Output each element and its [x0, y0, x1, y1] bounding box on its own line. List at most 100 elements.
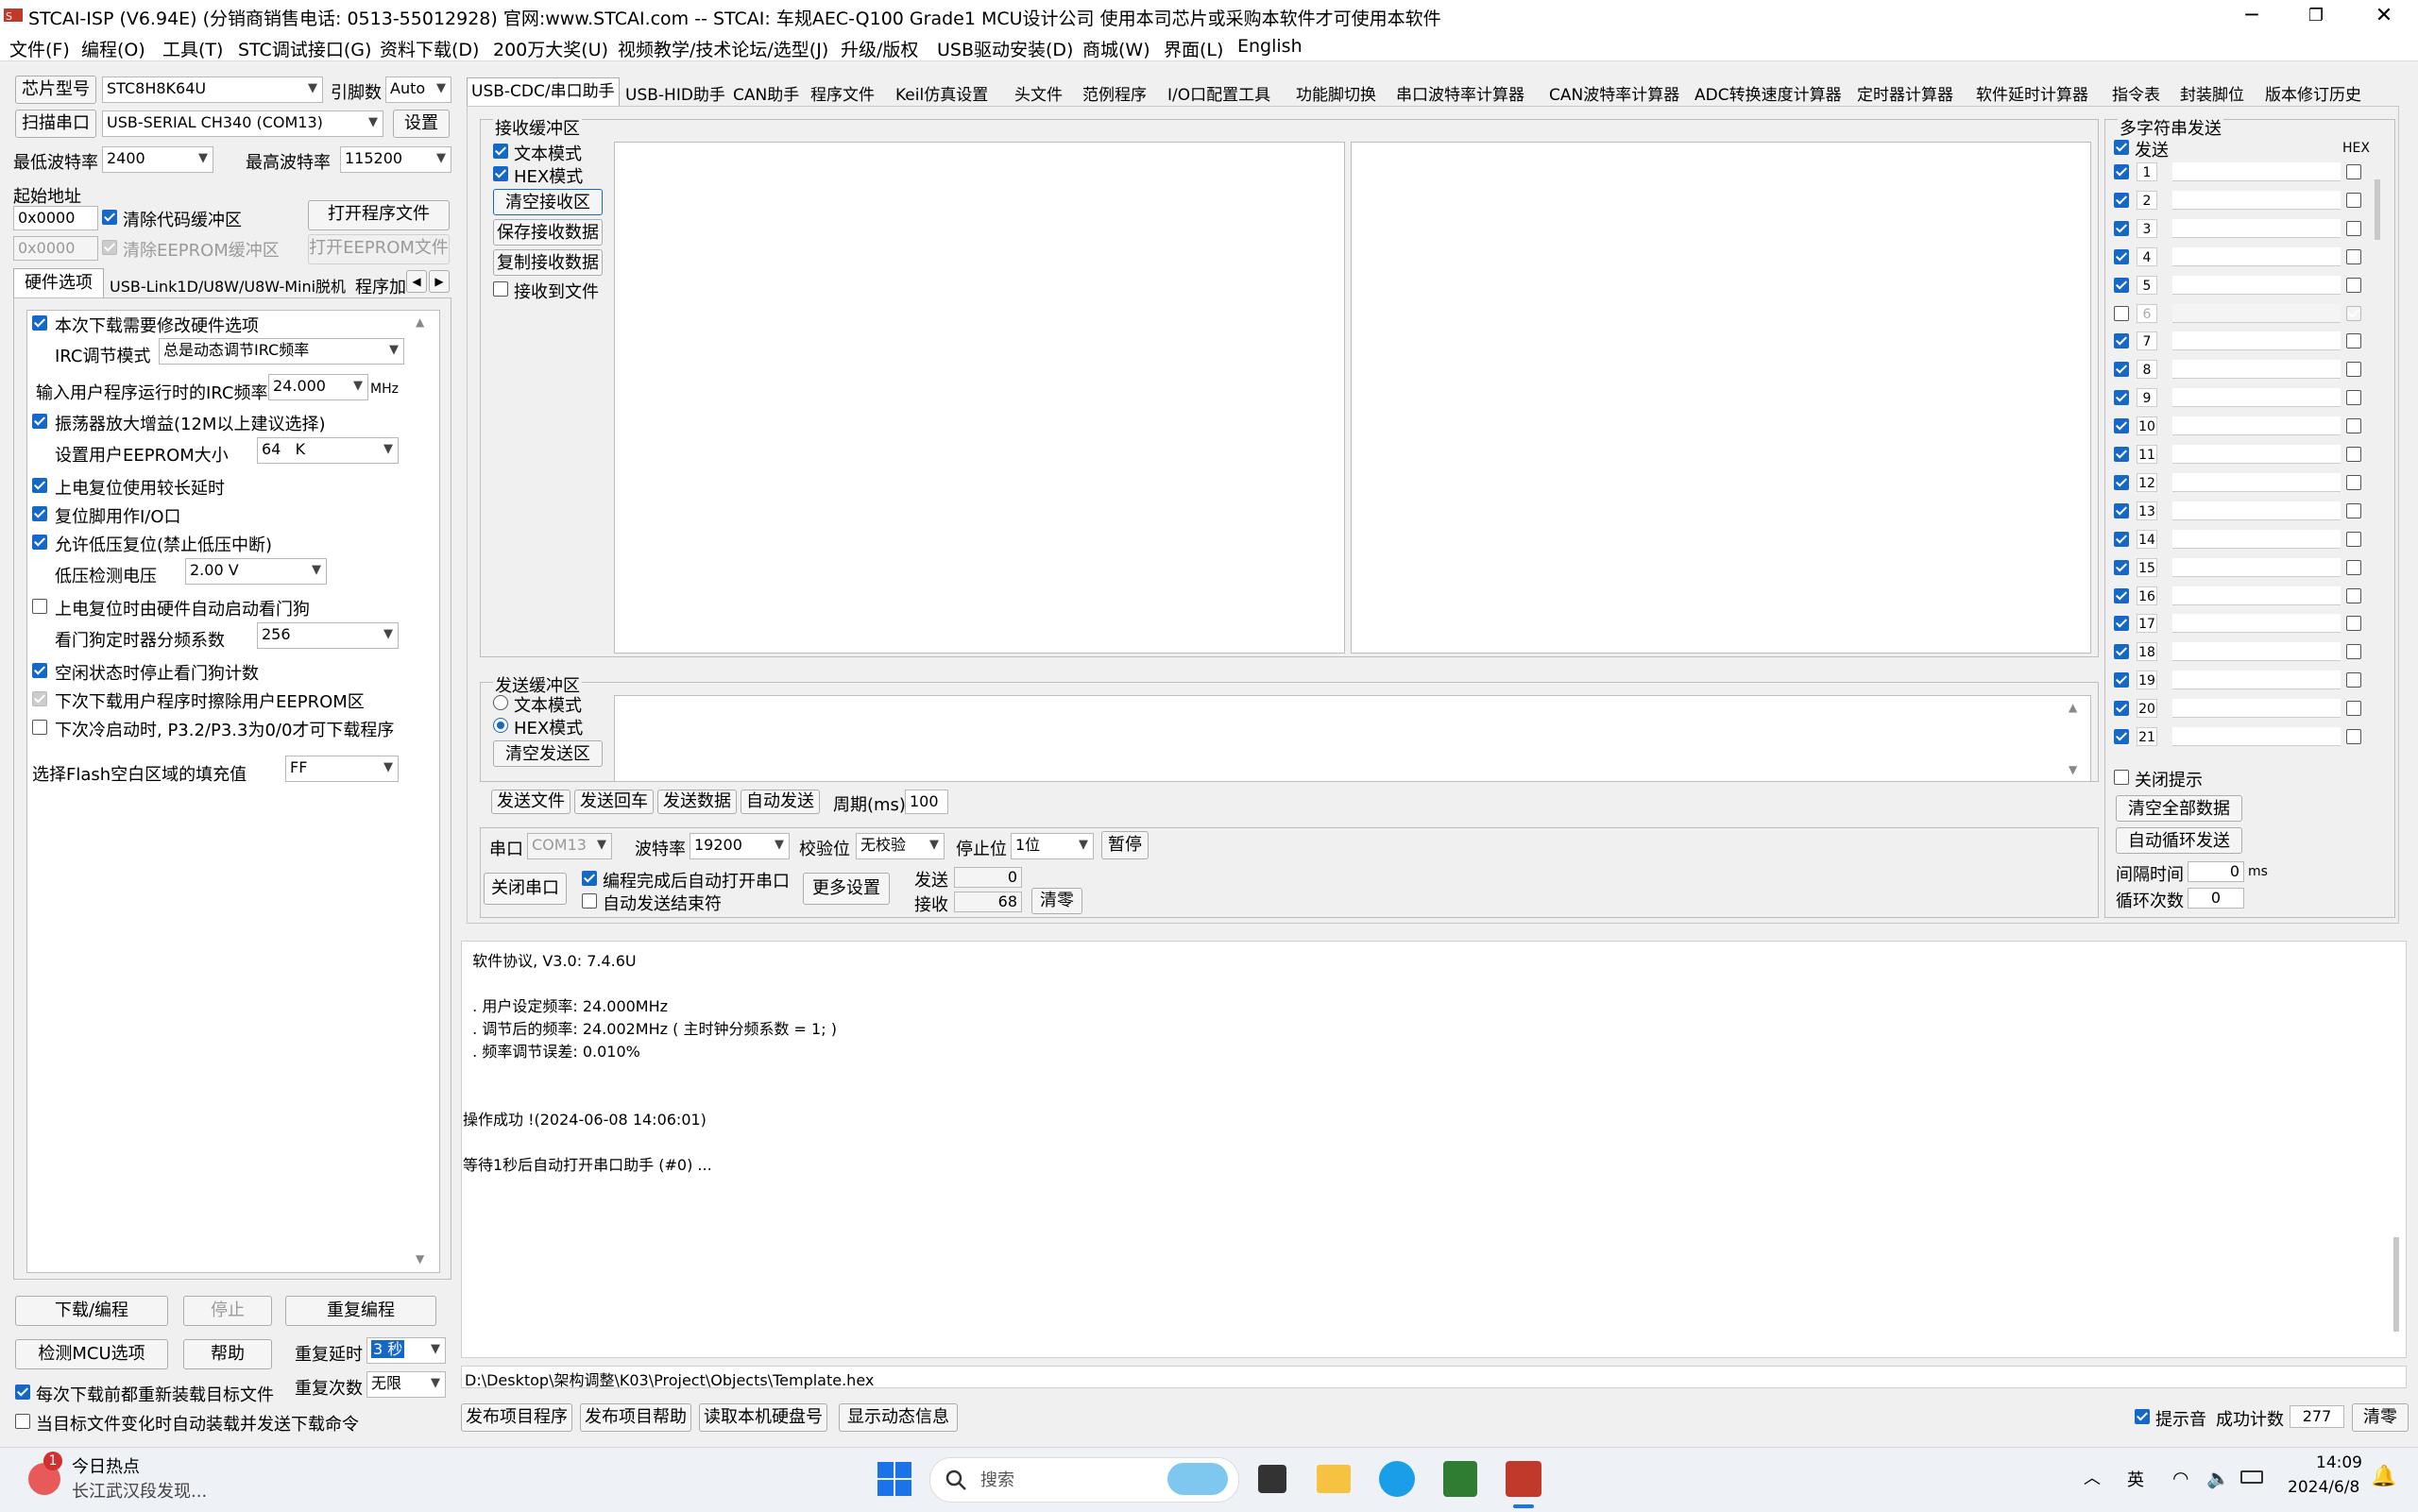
multi-row-send-checkbox[interactable]	[2114, 447, 2129, 462]
tab-delay-calc[interactable]: 软件延时计算器	[1976, 81, 2088, 105]
baud-select[interactable]: 19200 ▼	[690, 833, 790, 859]
menu-download[interactable]: 资料下载(D)	[380, 36, 479, 61]
multi-row-send-checkbox[interactable]	[2114, 164, 2129, 179]
scan-port-button[interactable]: 扫描串口	[15, 110, 96, 138]
menu-upgrade[interactable]: 升级/版权	[841, 36, 918, 61]
multi-row-send-checkbox[interactable]	[2114, 418, 2129, 434]
tab-uart-baud[interactable]: 串口波特率计算器	[1396, 81, 1524, 105]
chevron-up-icon[interactable]: ︿	[2084, 1465, 2101, 1489]
wifi-icon[interactable]: ◠	[2172, 1467, 2188, 1489]
send-cr-button[interactable]: 发送回车	[574, 790, 654, 814]
cold-boot-checkbox[interactable]	[32, 720, 47, 735]
clear-send-button[interactable]: 清空发送区	[493, 740, 603, 767]
multi-row-input[interactable]	[2172, 445, 2341, 464]
file-explorer-icon[interactable]	[1317, 1465, 1351, 1493]
clear-all-button[interactable]: 清空全部数据	[2116, 795, 2242, 822]
irc-mode-select[interactable]: 总是动态调节IRC频率 ▼	[159, 338, 404, 365]
address-eeprom-input[interactable]: 0x0000	[13, 236, 98, 261]
detect-mcu-button[interactable]: 检测MCU选项	[15, 1339, 168, 1369]
open-program-button[interactable]: 打开程序文件	[308, 200, 450, 230]
multi-row-send-checkbox[interactable]	[2114, 390, 2129, 406]
multi-row-send-checkbox[interactable]	[2114, 729, 2129, 744]
multi-row-input[interactable]	[2172, 472, 2341, 492]
multi-row-hex-checkbox[interactable]	[2346, 474, 2361, 490]
close-tip-checkbox[interactable]	[2114, 770, 2129, 785]
menu-prize[interactable]: 200万大奖(U)	[493, 36, 608, 61]
tab-examples[interactable]: 范例程序	[1082, 81, 1147, 105]
multi-row-hex-checkbox[interactable]	[2346, 587, 2361, 603]
tab-io-config[interactable]: I/O口配置工具	[1167, 81, 1270, 105]
multi-row-input[interactable]	[2172, 303, 2341, 323]
multi-row-hex-checkbox[interactable]	[2346, 164, 2361, 179]
multi-row-hex-checkbox[interactable]	[2346, 644, 2361, 660]
auto-wdt-checkbox[interactable]	[32, 599, 47, 614]
multi-row-send-checkbox[interactable]	[2114, 559, 2129, 575]
publish-program-button[interactable]: 发布项目程序	[461, 1403, 572, 1432]
multi-row-hex-checkbox[interactable]	[2346, 531, 2361, 547]
download-program-button[interactable]: 下载/编程	[15, 1296, 168, 1326]
multi-send-all-checkbox[interactable]	[2114, 140, 2129, 155]
multi-row-hex-checkbox[interactable]	[2346, 616, 2361, 632]
multi-row-input[interactable]	[2172, 614, 2341, 634]
tab-usb-cdc[interactable]: USB-CDC/串口助手	[467, 77, 620, 107]
tab-scroll-right-icon[interactable]: ▶	[429, 270, 450, 293]
clock-time[interactable]: 14:09	[2316, 1453, 2362, 1472]
multi-row-send-checkbox[interactable]	[2114, 474, 2129, 490]
windows-start-icon[interactable]	[877, 1461, 912, 1497]
multi-row-input[interactable]	[2172, 727, 2341, 746]
multi-row-send-checkbox[interactable]	[2114, 616, 2129, 632]
multi-row-hex-checkbox[interactable]	[2346, 447, 2361, 462]
multi-row-send-checkbox[interactable]	[2114, 587, 2129, 603]
save-receive-button[interactable]: 保存接收数据	[493, 219, 603, 246]
send-data-button[interactable]: 发送数据	[657, 790, 737, 814]
tab-scroll-left-icon[interactable]: ◀	[406, 270, 427, 293]
multi-row-hex-checkbox[interactable]	[2346, 390, 2361, 406]
multi-row-hex-checkbox[interactable]	[2346, 701, 2361, 717]
tab-pin-switch[interactable]: 功能脚切换	[1296, 81, 1376, 105]
recv-text-mode-checkbox[interactable]	[493, 144, 508, 159]
menu-program[interactable]: 编程(O)	[81, 36, 145, 61]
auto-load-checkbox[interactable]	[15, 1414, 30, 1429]
multi-row-input[interactable]	[2172, 642, 2341, 662]
pins-select[interactable]: Auto ▼	[385, 76, 451, 103]
tab-instructions[interactable]: 指令表	[2112, 81, 2160, 105]
multi-row-input[interactable]	[2172, 388, 2341, 408]
menu-debug[interactable]: STC调试接口(G)	[238, 36, 371, 61]
auto-end-checkbox[interactable]	[582, 893, 597, 909]
open-eeprom-button[interactable]: 打开EEPROM文件	[308, 234, 450, 264]
low-volt-select[interactable]: 2.00 V ▼	[185, 558, 327, 585]
multi-row-input[interactable]	[2172, 190, 2341, 210]
wdt-div-select[interactable]: 256 ▼	[257, 622, 399, 649]
clear-eeprom-checkbox[interactable]	[102, 240, 117, 255]
idle-wdt-checkbox[interactable]	[32, 663, 47, 678]
news-title[interactable]: 今日热点	[72, 1453, 140, 1478]
multi-row-hex-checkbox[interactable]	[2346, 277, 2361, 293]
chip-model-select[interactable]: STC8H8K64U ▼	[102, 76, 323, 103]
tab-adc-speed[interactable]: ADC转换速度计算器	[1694, 81, 1842, 105]
tab-can-baud[interactable]: CAN波特率计算器	[1549, 81, 1679, 105]
max-baud-select[interactable]: 115200 ▼	[340, 146, 451, 173]
scroll-down-icon[interactable]: ▼	[2069, 763, 2077, 776]
multi-row-send-checkbox[interactable]	[2114, 305, 2129, 321]
send-file-button[interactable]: 发送文件	[491, 790, 570, 814]
multi-row-send-checkbox[interactable]	[2114, 220, 2129, 236]
parity-select[interactable]: 无校验 ▼	[856, 833, 945, 859]
reset-delay-checkbox[interactable]	[32, 478, 47, 493]
reload-checkbox[interactable]	[15, 1385, 30, 1400]
news-subtitle[interactable]: 长江武汉段发现...	[72, 1478, 207, 1503]
erase-eeprom-checkbox[interactable]	[32, 691, 47, 706]
multi-row-send-checkbox[interactable]	[2114, 362, 2129, 378]
reset-io-checkbox[interactable]	[32, 506, 47, 521]
tab-program-file[interactable]: 程序文件	[810, 81, 875, 105]
multi-row-hex-checkbox[interactable]	[2346, 220, 2361, 236]
modify-hw-checkbox[interactable]	[32, 315, 47, 331]
multi-row-send-checkbox[interactable]	[2114, 333, 2129, 349]
multi-row-input[interactable]	[2172, 360, 2341, 380]
multi-row-send-checkbox[interactable]	[2114, 531, 2129, 547]
repeat-count-select[interactable]: 无限 ▼	[366, 1371, 446, 1398]
menu-shop[interactable]: 商城(W)	[1082, 36, 1150, 61]
multi-row-input[interactable]	[2172, 416, 2341, 436]
multi-row-hex-checkbox[interactable]	[2346, 362, 2361, 378]
receive-text-area[interactable]	[614, 142, 1345, 654]
menu-usb-driver[interactable]: USB驱动安装(D)	[937, 36, 1073, 61]
